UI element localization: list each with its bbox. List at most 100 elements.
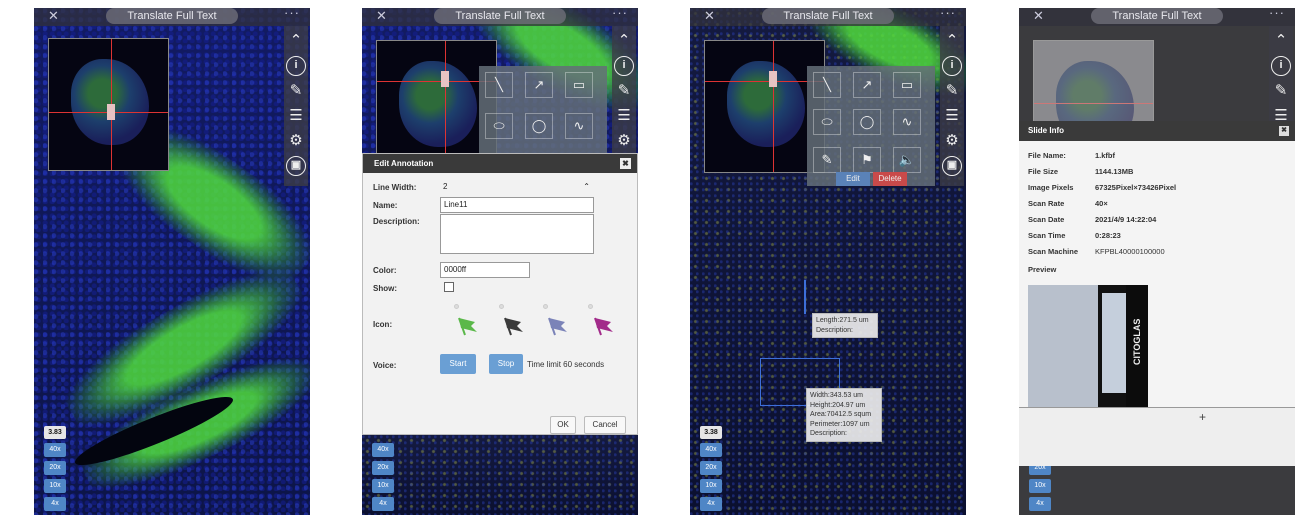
screenshot-icon[interactable]: ▣ (942, 156, 962, 176)
pencil-icon[interactable]: ✎ (614, 81, 634, 101)
info-key: Scan Rate (1028, 199, 1065, 208)
zoom-10x-button[interactable]: 10x (44, 479, 66, 493)
ellipse-tool-icon[interactable]: ⬭ (813, 109, 841, 136)
line-tool-icon[interactable]: ╲ (485, 72, 513, 98)
info-icon[interactable]: i (286, 56, 306, 76)
chevron-up-icon[interactable]: ⌃ (286, 31, 306, 51)
close-icon[interactable]: ✖ (620, 158, 631, 169)
pencil-icon[interactable]: ✎ (1271, 81, 1291, 101)
more-icon[interactable]: ··· (284, 8, 300, 20)
minimap-viewport[interactable] (769, 71, 777, 87)
translate-button[interactable]: Translate Full Text (762, 8, 894, 24)
minimap[interactable] (48, 38, 169, 171)
zoom-10x-button[interactable]: 10x (700, 479, 722, 493)
zoom-10x-button[interactable]: 10x (372, 479, 394, 493)
more-icon[interactable]: ··· (1269, 8, 1285, 20)
info-icon[interactable]: i (1271, 56, 1291, 76)
circle-tool-icon[interactable]: ◯ (525, 113, 553, 139)
flag-black-icon[interactable] (503, 316, 525, 336)
icon-radio-2[interactable] (499, 304, 504, 309)
zoom-40x-button[interactable]: 40x (700, 443, 722, 457)
settings-icon[interactable]: ⚙ (942, 131, 962, 151)
info-icon[interactable]: i (942, 56, 962, 76)
voice-stop-button[interactable]: Stop (489, 354, 523, 374)
ok-button[interactable]: OK (550, 416, 576, 434)
curve-tool-icon[interactable]: ∿ (565, 113, 593, 139)
slide-info-panel: Slide Info ✖ File Name: 1.kfbf File Size… (1019, 121, 1295, 466)
chevron-up-icon[interactable]: ⌃ (1271, 31, 1291, 51)
rectangle-tool-icon[interactable]: ▭ (565, 72, 593, 98)
flag-magenta-icon[interactable] (593, 316, 615, 336)
translate-button[interactable]: Translate Full Text (106, 8, 238, 24)
shape-palette: ╲ ↗ ▭ ⬭ ◯ ∿ ✎ ⚑ 🔈 (807, 66, 935, 186)
slide-handwriting (1102, 293, 1126, 393)
list-icon[interactable]: ☰ (286, 106, 306, 126)
show-checkbox[interactable] (444, 282, 454, 292)
translate-button[interactable]: Translate Full Text (434, 8, 566, 24)
translate-button[interactable]: Translate Full Text (1091, 8, 1223, 24)
list-icon[interactable]: ☰ (942, 106, 962, 126)
more-icon[interactable]: ··· (940, 8, 956, 20)
close-icon[interactable]: ✖ (1279, 126, 1289, 136)
list-icon[interactable]: ☰ (614, 106, 634, 126)
close-icon[interactable]: ✕ (48, 8, 59, 24)
close-icon[interactable]: ✕ (1033, 8, 1044, 24)
zoom-20x-button[interactable]: 20x (700, 461, 722, 475)
voice-tool-icon[interactable]: 🔈 (893, 146, 921, 173)
curve-tool-icon[interactable]: ∿ (893, 109, 921, 136)
rect-measure-tooltip: Width:343.53 um Height:204.97 um Area:70… (806, 388, 882, 442)
arrow-tool-icon[interactable]: ↗ (853, 72, 881, 98)
zoom-40x-button[interactable]: 40x (44, 443, 66, 457)
close-icon[interactable]: ✕ (704, 8, 715, 24)
zoom-4x-button[interactable]: 4x (700, 497, 722, 511)
zoom-4x-button[interactable]: 4x (44, 497, 66, 511)
icon-label: Icon: (373, 320, 393, 329)
flag-green-icon[interactable] (457, 316, 479, 336)
viewer-panel-1: ✕ Translate Full Text ··· ⌃ i ✎ ☰ ⚙ ▣ 3.… (34, 8, 310, 515)
icon-radio-1[interactable] (454, 304, 459, 309)
edit-button[interactable]: Edit (836, 172, 870, 186)
description-field[interactable] (440, 214, 594, 254)
freehand-tool-icon[interactable]: ✎ (813, 146, 841, 173)
line-width-select[interactable]: 2 ⌃ (440, 180, 590, 194)
pencil-icon[interactable]: ✎ (286, 81, 306, 101)
name-field[interactable]: Line11 (440, 197, 594, 213)
rectangle-tool-icon[interactable]: ▭ (893, 72, 921, 98)
ellipse-tool-icon[interactable]: ⬭ (485, 113, 513, 139)
cancel-button[interactable]: Cancel (584, 416, 626, 434)
circle-tool-icon[interactable]: ◯ (853, 109, 881, 136)
rect-width: Width:343.53 um (810, 392, 863, 399)
more-icon[interactable]: ··· (612, 8, 628, 20)
tool-column: ⌃ i ✎ ☰ ⚙ ▣ (940, 26, 964, 186)
zoom-40x-button[interactable]: 40x (372, 443, 394, 457)
zoom-20x-button[interactable]: 20x (44, 461, 66, 475)
top-bar: ✕ Translate Full Text ··· (34, 8, 310, 26)
close-icon[interactable]: ✕ (376, 8, 387, 24)
settings-icon[interactable]: ⚙ (614, 131, 634, 151)
rect-description: Description: (810, 430, 847, 437)
minimap-viewport[interactable] (107, 104, 115, 120)
settings-icon[interactable]: ⚙ (286, 131, 306, 151)
chevron-up-icon[interactable]: ⌃ (942, 31, 962, 51)
line-tool-icon[interactable]: ╲ (813, 72, 841, 98)
zoom-10x-button[interactable]: 10x (1029, 479, 1051, 493)
screenshot-icon[interactable]: ▣ (286, 156, 306, 176)
flag-purple-icon[interactable] (547, 316, 569, 336)
color-field[interactable]: 0000ff (440, 262, 530, 278)
info-icon[interactable]: i (614, 56, 634, 76)
arrow-tool-icon[interactable]: ↗ (525, 72, 553, 98)
chevron-up-icon[interactable]: ⌃ (614, 31, 634, 51)
icon-radio-4[interactable] (588, 304, 593, 309)
delete-button[interactable]: Delete (873, 172, 907, 186)
pencil-icon[interactable]: ✎ (942, 81, 962, 101)
zoom-4x-button[interactable]: 4x (372, 497, 394, 511)
preview-label: Preview (1028, 265, 1057, 274)
flag-tool-icon[interactable]: ⚑ (853, 146, 881, 173)
line-annotation[interactable] (804, 280, 806, 314)
minimap-viewport[interactable] (441, 71, 449, 87)
zoom-4x-button[interactable]: 4x (1029, 497, 1051, 511)
icon-radio-3[interactable] (543, 304, 548, 309)
zoom-20x-button[interactable]: 20x (372, 461, 394, 475)
voice-start-button[interactable]: Start (440, 354, 476, 374)
viewer-panel-4: ✕ Translate Full Text ··· ⌃ i ✎ ☰ Slide … (1019, 8, 1295, 515)
